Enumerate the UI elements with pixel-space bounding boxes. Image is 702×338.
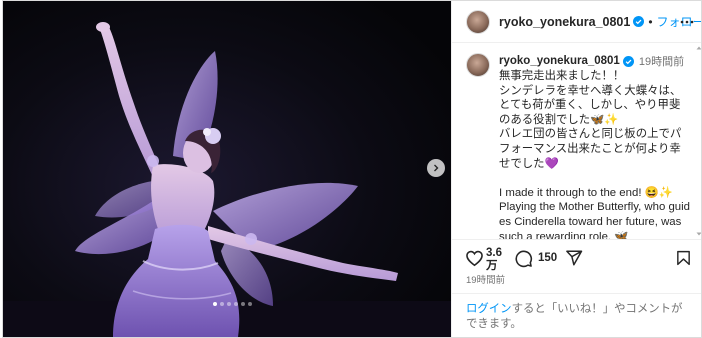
paper-plane-icon[interactable] — [565, 249, 583, 267]
carousel-next-button[interactable] — [427, 159, 445, 177]
caption-body: ryoko_yonekura_0801 19時間前 無事完走出来ました！！ シン… — [499, 53, 690, 239]
login-link[interactable]: ログイン — [466, 303, 512, 315]
ballet-photo — [3, 1, 451, 337]
carousel-dot — [227, 302, 231, 306]
caption-area: ryoko_yonekura_0801 19時間前 無事完走出来ました！！ シン… — [452, 43, 701, 239]
bookmark-icon[interactable] — [675, 249, 692, 267]
verified-badge-icon — [622, 55, 634, 67]
comment-bubble-icon[interactable] — [514, 249, 533, 268]
post-frame: ryoko_yonekura_0801 • フォローする ryoko_yonek… — [2, 0, 702, 338]
chevron-right-icon — [434, 164, 439, 172]
post-media[interactable] — [3, 1, 451, 337]
heart-icon[interactable] — [465, 249, 484, 268]
verified-badge-icon — [633, 16, 645, 27]
caption-username-link[interactable]: ryoko_yonekura_0801 — [499, 55, 620, 67]
avatar[interactable] — [466, 9, 490, 34]
post-side-panel: ryoko_yonekura_0801 • フォローする ryoko_yonek… — [451, 1, 702, 337]
post-header: ryoko_yonekura_0801 • フォローする — [452, 1, 701, 43]
carousel-dot — [248, 302, 252, 306]
carousel-dot — [220, 302, 224, 306]
caption-text: 無事完走出来ました！！ シンデレラを幸せへ導く大蝶々は、とても荷が重く、しかし、… — [499, 70, 690, 239]
username-link[interactable]: ryoko_yonekura_0801 — [499, 15, 630, 29]
comments-count[interactable]: 150 — [538, 252, 557, 264]
login-prompt: ログインすると「いいね！」やコメントができます。 — [452, 293, 701, 337]
post-timestamp[interactable]: 19時間前 — [466, 272, 505, 286]
caption-timestamp[interactable]: 19時間前 — [639, 53, 684, 69]
caption-header: ryoko_yonekura_0801 19時間前 — [499, 53, 690, 69]
avatar[interactable] — [466, 53, 490, 77]
likes-count[interactable]: 3.6万 — [486, 247, 506, 273]
carousel-dot — [234, 302, 238, 306]
carousel-dot — [213, 302, 217, 306]
carousel-indicator — [213, 302, 252, 306]
scroll-up-arrow-icon[interactable] — [696, 45, 702, 51]
scrollbar[interactable] — [696, 43, 702, 239]
instagram-post-page: ryoko_yonekura_0801 • フォローする ryoko_yonek… — [0, 0, 702, 338]
carousel-dot — [241, 302, 245, 306]
more-options-icon[interactable] — [680, 15, 694, 29]
caption-item: ryoko_yonekura_0801 19時間前 無事完走出来ました！！ シン… — [466, 53, 690, 239]
scroll-down-arrow-icon[interactable] — [696, 231, 702, 237]
separator-dot: • — [648, 14, 653, 29]
